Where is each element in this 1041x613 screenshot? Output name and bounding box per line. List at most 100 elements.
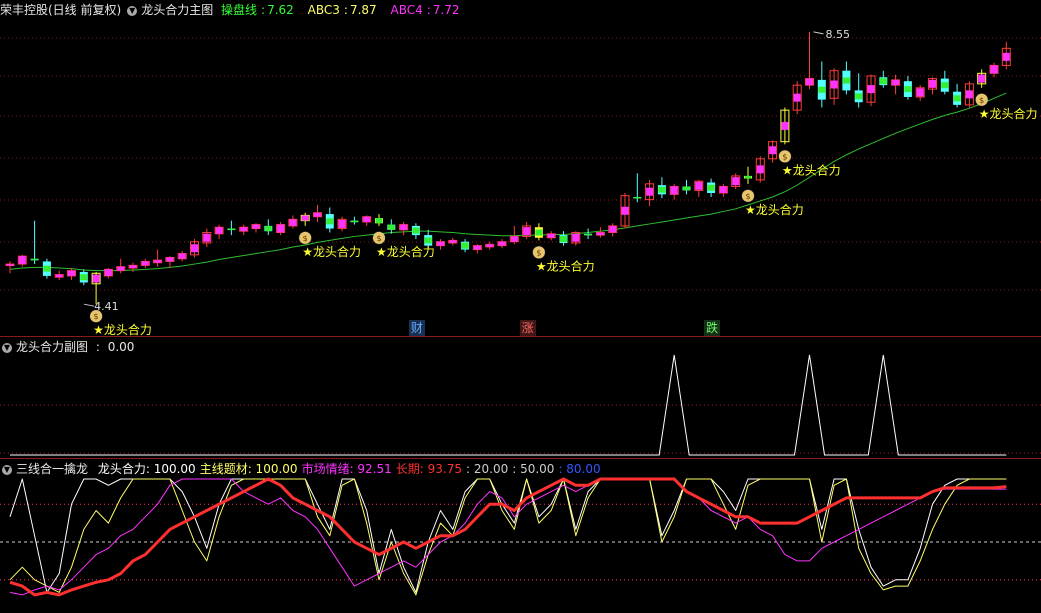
sub2-header: ▼ 三线合一擒龙 龙头合力: 100.00 主线题材: 100.00 市场情绪: 92… [0, 459, 605, 479]
trend-block [338, 219, 346, 228]
trend-block [203, 233, 211, 242]
trend-block [965, 90, 973, 99]
legend-item: 主线题材: 100.00 [199, 462, 298, 476]
indicator-name[interactable]: 龙头合力主图 [141, 3, 213, 17]
trend-block [892, 79, 900, 86]
trend-block [55, 274, 63, 278]
trend-block [560, 236, 567, 243]
trend-block [166, 257, 174, 262]
main-chart-panel: 荣丰控股(日线 前复权) ▼ 龙头合力主图 操盘线:7.62 ABC3:7.87 A… [0, 0, 1041, 336]
money-bag-glyph: $ [979, 96, 984, 105]
trend-block [6, 264, 14, 266]
trend-block [117, 266, 125, 271]
trend-block [68, 270, 75, 276]
line2-value: 7.87 [349, 3, 377, 17]
money-bag-icon: $ [741, 189, 755, 203]
trend-block [670, 186, 678, 195]
stock-title[interactable]: 荣丰控股(日线 前复权) [0, 3, 121, 17]
money-bag-glyph: $ [376, 234, 381, 243]
trend-block [793, 93, 801, 102]
trend-block [609, 225, 617, 233]
ma-line [9, 92, 1007, 272]
event-tag[interactable]: 涨 [519, 320, 536, 336]
money-bag-glyph: $ [94, 312, 99, 321]
trend-block [154, 260, 162, 263]
trend-block [350, 220, 358, 223]
money-bag-icon: $ [532, 245, 546, 259]
trend-block [978, 74, 986, 83]
high-pointer [813, 31, 824, 35]
signal-label: ★龙头合力 [745, 202, 804, 217]
signal-label: ★龙头合力 [782, 162, 841, 177]
high-label: 8.55 [826, 28, 851, 41]
trend-block [929, 79, 936, 88]
trend-block [547, 233, 555, 238]
trend-block [572, 233, 580, 242]
main-header: 荣丰控股(日线 前复权) ▼ 龙头合力主图 操盘线:7.62 ABC3:7.87 A… [0, 3, 460, 17]
trend-block [240, 227, 248, 232]
sub1-label[interactable]: 龙头合力副图 [16, 340, 88, 354]
trend-block [879, 78, 887, 85]
legend-item: 龙头合力: 100.00 [97, 462, 196, 476]
trend-block [916, 88, 924, 97]
trend-block [990, 65, 998, 74]
trend-block [252, 224, 260, 229]
sub2-chart[interactable] [0, 459, 1041, 613]
money-bag-icon: $ [975, 93, 989, 107]
line1-value: 7.62 [267, 3, 294, 17]
trend-block [683, 186, 690, 191]
trend-block [953, 95, 961, 102]
trend-block [129, 265, 137, 269]
sub1-chart[interactable] [0, 337, 1041, 458]
trend-block [375, 218, 383, 224]
legend-item: 市场情绪: 92.51 [301, 462, 392, 476]
trend-block [707, 184, 715, 191]
settings-icon[interactable]: ▼ [127, 5, 138, 16]
trend-block [461, 242, 469, 249]
signal-label: ★龙头合力 [376, 244, 435, 259]
trend-block [289, 219, 297, 226]
legend-item: : 20.00 [466, 462, 509, 476]
trend-block [227, 228, 235, 231]
money-bag-icon: $ [778, 149, 792, 163]
trend-block [486, 244, 494, 247]
trend-block [412, 227, 420, 234]
trend-block [363, 216, 371, 222]
trend-block [732, 177, 740, 186]
trend-block [867, 85, 875, 94]
trend-block [80, 274, 88, 281]
trend-block [658, 186, 666, 193]
trend-block [326, 218, 334, 225]
event-tag[interactable]: 跌 [704, 320, 721, 336]
trend-block [498, 241, 506, 246]
trend-block [277, 224, 285, 233]
trend-block [264, 225, 272, 232]
money-bag-glyph: $ [782, 152, 787, 161]
signal-label: ★龙头合力 [93, 322, 152, 336]
legend-item: : 50.00 [512, 462, 555, 476]
trend-block [18, 256, 26, 265]
sub2-label[interactable]: 三线合一擒龙 [16, 462, 88, 476]
line3-value: 7.72 [432, 3, 460, 17]
trend-block [387, 224, 395, 230]
signal-label: ★龙头合力 [979, 106, 1038, 121]
candlestick-chart[interactable]: 8.554.41$★龙头合力$★龙头合力$★龙头合力 $★龙头合力$★龙头合力$★… [0, 0, 1041, 336]
trend-block [818, 86, 826, 93]
trend-block [314, 212, 321, 217]
legend-item: : 80.00 [558, 462, 601, 476]
trend-block [141, 261, 149, 266]
trend-block [449, 240, 457, 244]
trend-block [523, 227, 531, 236]
line1-label: 操盘线 [221, 3, 258, 17]
trend-block [104, 269, 112, 276]
trend-block [510, 236, 518, 242]
settings-icon[interactable]: ▼ [2, 342, 12, 353]
line2-label: ABC3 [307, 3, 340, 17]
trend-block [756, 165, 764, 174]
trend-block [719, 186, 727, 194]
sub1-panel: ▼ 龙头合力副图 : 0.00 [0, 337, 1041, 458]
settings-icon[interactable]: ▼ [2, 464, 12, 475]
money-bag-icon: $ [372, 231, 386, 245]
event-tag[interactable]: 财 [408, 320, 425, 336]
trend-block [1002, 52, 1010, 61]
